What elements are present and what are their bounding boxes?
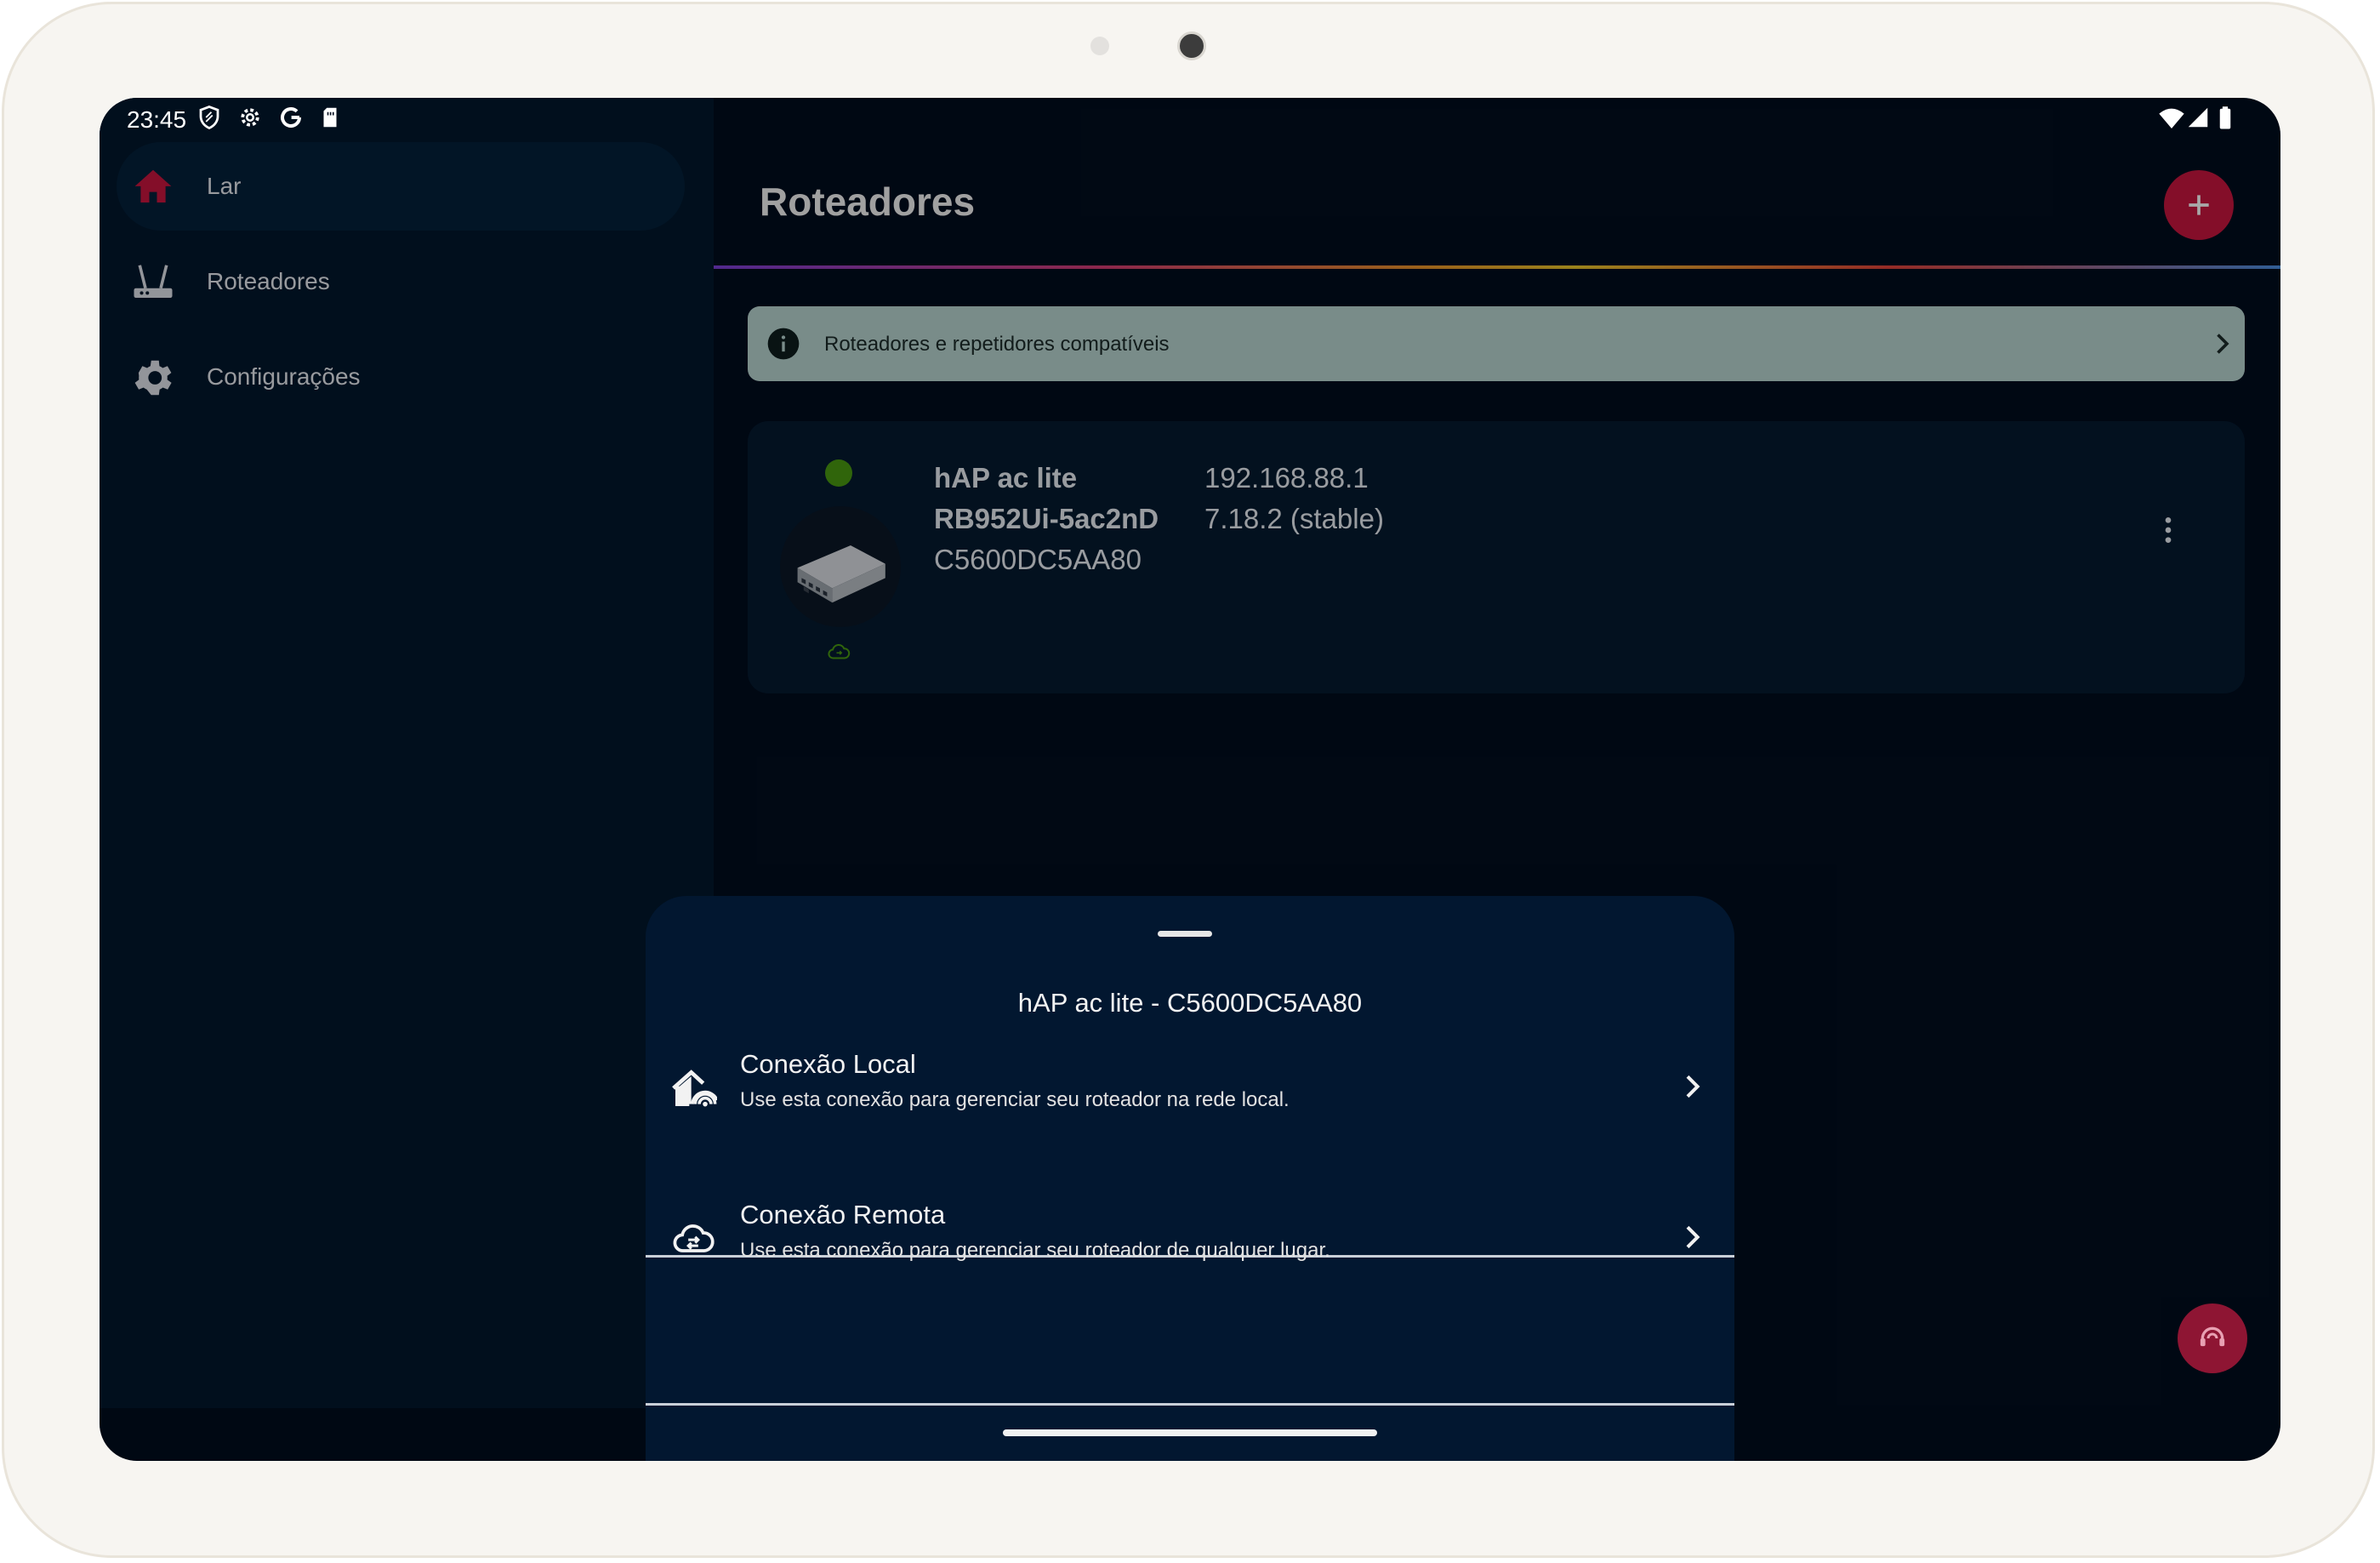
remote-connection-option[interactable]: Conexão Remota Use esta conexão para ger… <box>646 1183 1734 1332</box>
option-subtitle: Use esta conexão para gerenciar seu rote… <box>740 1239 1330 1262</box>
app-screen: Lar Roteadores Configurações Roteadores … <box>100 98 2280 1461</box>
chevron-right-icon <box>1686 1225 1700 1249</box>
option-title: Conexão Remota <box>740 1200 946 1229</box>
sim-card-icon <box>323 107 337 128</box>
settings-icon <box>241 108 259 127</box>
wifi-icon <box>2159 108 2184 128</box>
option-subtitle: Use esta conexão para gerenciar seu rote… <box>740 1088 1290 1111</box>
battery-icon <box>2219 106 2231 129</box>
local-connection-option[interactable]: Conexão Local Use esta conexão para gere… <box>646 1032 1734 1181</box>
proximity-sensor <box>1090 37 1109 55</box>
cloud-sync-icon <box>673 1224 715 1252</box>
front-camera <box>1177 31 1206 60</box>
shield-icon <box>199 106 219 130</box>
drag-handle[interactable] <box>1158 931 1212 937</box>
status-bar: 23:45 <box>100 98 2280 140</box>
support-agent-icon <box>2200 1326 2225 1347</box>
status-time: 23:45 <box>127 106 187 133</box>
support-button[interactable] <box>2178 1303 2247 1373</box>
connection-bottom-sheet: hAP ac lite - C5600DC5AA80 Conexão Local… <box>646 896 1734 1461</box>
google-icon <box>281 107 301 128</box>
option-title: Conexão Local <box>740 1049 916 1079</box>
gesture-home-bar[interactable] <box>1003 1429 1377 1436</box>
local-connection-icon <box>672 1070 717 1107</box>
option-divider <box>646 1403 1734 1406</box>
signal-icon <box>2188 107 2208 128</box>
sheet-title: hAP ac lite - C5600DC5AA80 <box>1017 988 1363 1018</box>
chevron-right-icon <box>1686 1075 1700 1098</box>
